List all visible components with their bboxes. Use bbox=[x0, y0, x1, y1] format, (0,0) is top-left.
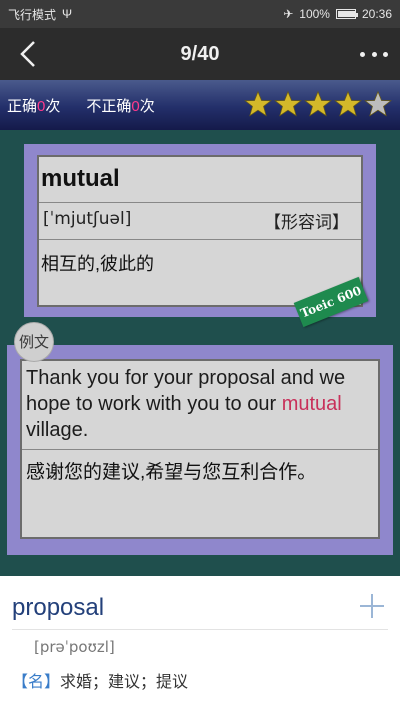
more-dots-icon[interactable] bbox=[360, 45, 388, 63]
example-card: Thank you for your proposal and we hope … bbox=[7, 345, 393, 555]
dictionary-definition: 【名】求婚；建议；提议 bbox=[12, 674, 189, 691]
dictionary-word: proposal bbox=[12, 594, 105, 621]
usb-icon: Ψ bbox=[62, 7, 73, 21]
word-phonetic: [ˈmjutʃuəl] bbox=[43, 209, 132, 229]
star-filled-icon[interactable] bbox=[274, 90, 302, 118]
battery-percent: 100% bbox=[299, 7, 330, 21]
clock: 20:36 bbox=[361, 7, 392, 21]
incorrect-count: 不正确0次 bbox=[86, 97, 155, 115]
plus-icon[interactable] bbox=[360, 594, 384, 618]
highlighted-word[interactable]: mutual bbox=[282, 393, 342, 415]
chevron-left-icon[interactable] bbox=[16, 40, 42, 68]
word-title: mutual bbox=[41, 165, 120, 192]
carrier-label: 飞行模式 bbox=[8, 7, 57, 22]
star-rating[interactable] bbox=[244, 90, 392, 118]
example-translation: 感谢您的建议,希望与您互利合作。 bbox=[26, 462, 317, 483]
airplane-icon: ✈ bbox=[283, 7, 294, 21]
star-filled-icon[interactable] bbox=[334, 90, 362, 118]
star-filled-icon[interactable] bbox=[244, 90, 272, 118]
star-empty-icon[interactable] bbox=[364, 90, 392, 118]
status-bar: 飞行模式 Ψ ✈ 100% 20:36 bbox=[0, 0, 400, 28]
example-sentence: Thank you for your proposal and we hope … bbox=[26, 367, 346, 441]
part-of-speech: 【形容词】 bbox=[264, 213, 349, 232]
word-meaning: 相互的,彼此的 bbox=[41, 254, 155, 274]
nav-bar: 9/40 bbox=[0, 28, 400, 80]
correct-count: 正确0次 bbox=[7, 97, 61, 115]
star-filled-icon[interactable] bbox=[304, 90, 332, 118]
dictionary-panel: proposal [prəˈpoʊzl] 【名】求婚；建议；提议 bbox=[0, 576, 400, 711]
page-title: 9/40 bbox=[180, 42, 220, 65]
example-badge: 例文 bbox=[14, 322, 54, 362]
battery-icon bbox=[335, 9, 358, 19]
dictionary-phonetic: [prəˈpoʊzl] bbox=[34, 638, 115, 656]
score-bar: 正确0次 不正确0次 bbox=[0, 80, 400, 130]
